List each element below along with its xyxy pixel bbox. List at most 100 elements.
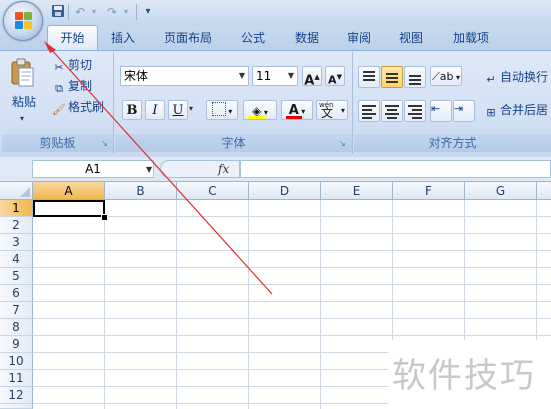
fill-handle[interactable] xyxy=(101,214,108,221)
align-left-button[interactable] xyxy=(358,100,380,122)
paste-dropdown-icon[interactable]: ▾ xyxy=(20,110,24,127)
shrink-font-label: A xyxy=(328,73,337,87)
italic-button[interactable]: I xyxy=(145,100,165,120)
alignment-group-label: 对齐方式 xyxy=(354,134,551,152)
font-family-combo[interactable]: 宋体 ▼ xyxy=(120,66,249,86)
row-header-8[interactable]: 8 xyxy=(0,319,33,336)
chevron-down-icon[interactable]: ▼ xyxy=(146,165,152,174)
font-color-swatch xyxy=(286,116,302,119)
fill-color-swatch xyxy=(248,116,266,119)
row-header-5[interactable]: 5 xyxy=(0,268,33,285)
bold-button[interactable]: B xyxy=(122,100,142,120)
column-header-f[interactable]: F xyxy=(393,182,465,200)
row-header-3[interactable]: 3 xyxy=(0,234,33,251)
row-header-7[interactable]: 7 xyxy=(0,302,33,319)
grid-line xyxy=(33,301,551,302)
column-header-h[interactable] xyxy=(537,182,551,200)
increase-indent-button[interactable]: ⇥ xyxy=(453,100,475,122)
grid-line xyxy=(33,335,551,336)
name-box[interactable]: A1 xyxy=(32,160,154,178)
row-header-1[interactable]: 1 xyxy=(0,200,33,217)
tab-home[interactable]: 开始 xyxy=(47,25,98,52)
underline-dropdown-icon[interactable]: ▾ xyxy=(189,104,193,113)
row-header-11[interactable]: 11 xyxy=(0,370,33,387)
wrap-text-button[interactable]: ↵ 自动换行 xyxy=(484,69,548,86)
bottom-align-button[interactable] xyxy=(404,66,426,88)
row-header-10[interactable]: 10 xyxy=(0,353,33,370)
row-header-13[interactable] xyxy=(0,404,33,409)
column-header-d[interactable]: D xyxy=(249,182,321,200)
underline-button[interactable]: U xyxy=(168,100,188,120)
merge-cells-icon: ⊞ xyxy=(486,106,496,119)
phonetic-label: 文 xyxy=(321,106,334,120)
borders-icon xyxy=(211,102,226,116)
customize-qat-button[interactable]: ▾ xyxy=(142,4,154,20)
column-header-c[interactable]: C xyxy=(177,182,249,200)
row-header-9[interactable]: 9 xyxy=(0,336,33,353)
grow-font-button[interactable]: A▲ xyxy=(302,66,322,88)
format-painter-label: 格式刷 xyxy=(68,100,105,114)
borders-button[interactable]: ▾ xyxy=(206,100,238,120)
column-header-g[interactable]: G xyxy=(465,182,537,200)
tab-review[interactable]: 审阅 xyxy=(336,26,382,50)
paste-button[interactable]: 粘贴 xyxy=(12,94,36,111)
watermark-text: 软件技巧 xyxy=(392,356,536,396)
redo-icon[interactable]: ↷ xyxy=(104,4,120,20)
qat-separator xyxy=(68,4,69,20)
copy-icon: ⧉ xyxy=(55,82,63,95)
copy-label: 复制 xyxy=(68,79,93,93)
column-header-a[interactable]: A xyxy=(33,182,105,200)
grid-line xyxy=(248,200,249,409)
top-align-button[interactable] xyxy=(358,66,380,88)
decrease-indent-icon: ⇤ xyxy=(431,102,441,115)
row-header-2[interactable]: 2 xyxy=(0,217,33,234)
column-header-e[interactable]: E xyxy=(321,182,393,200)
active-cell-a1[interactable] xyxy=(33,200,105,217)
align-center-button[interactable] xyxy=(381,100,403,122)
grid-line xyxy=(33,267,551,268)
align-right-button[interactable] xyxy=(404,100,426,122)
merge-center-button[interactable]: ⊞ 合并后居 xyxy=(484,102,548,119)
font-size-value: 11 xyxy=(256,69,272,83)
qat-separator xyxy=(136,4,137,20)
save-icon[interactable] xyxy=(50,4,66,20)
format-painter-button[interactable]: 🖌 格式刷 xyxy=(52,99,104,116)
middle-align-button[interactable] xyxy=(381,66,403,88)
shrink-font-button[interactable]: A▼ xyxy=(325,66,345,87)
row-header-4[interactable]: 4 xyxy=(0,251,33,268)
clipboard-group-label: 剪贴板 xyxy=(2,134,113,152)
dialog-launcher-icon[interactable]: ↘ xyxy=(101,139,110,148)
insert-function-icon[interactable]: fx xyxy=(218,160,229,178)
copy-button[interactable]: ⧉ 复制 xyxy=(52,78,92,95)
wrap-text-icon: ↵ xyxy=(486,73,496,86)
decrease-indent-button[interactable]: ⇤ xyxy=(430,100,452,122)
row-header-6[interactable]: 6 xyxy=(0,285,33,302)
chevron-down-icon: ▼ xyxy=(287,71,294,80)
tab-data[interactable]: 数据 xyxy=(284,26,330,50)
column-header-b[interactable]: B xyxy=(105,182,177,200)
redo-dropdown-icon[interactable]: ▾ xyxy=(121,4,131,20)
tab-page-layout[interactable]: 页面布局 xyxy=(158,26,218,50)
tab-formulas[interactable]: 公式 xyxy=(230,26,276,50)
tab-insert[interactable]: 插入 xyxy=(100,26,146,50)
formula-input[interactable] xyxy=(240,160,551,178)
select-all-corner[interactable] xyxy=(0,182,33,200)
tab-addins[interactable]: 加载项 xyxy=(446,26,496,50)
office-button[interactable] xyxy=(3,1,43,41)
orientation-button[interactable]: ⟋ab ▾ xyxy=(430,66,462,86)
chevron-down-icon: ▼ xyxy=(238,71,245,80)
fill-color-button[interactable]: ◈ ▾ xyxy=(243,100,277,120)
tab-view[interactable]: 视图 xyxy=(388,26,434,50)
paste-icon[interactable] xyxy=(10,58,36,88)
font-family-value: 宋体 xyxy=(124,69,149,83)
row-header-12[interactable]: 12 xyxy=(0,387,33,404)
font-size-combo[interactable]: 11 ▼ xyxy=(252,66,298,86)
phonetic-guide-button[interactable]: wén 文 ▾ xyxy=(316,100,348,120)
undo-icon[interactable]: ↶ xyxy=(72,4,88,20)
chevron-down-icon: ▾ xyxy=(340,106,345,115)
cut-button[interactable]: ✂ 剪切 xyxy=(52,57,92,74)
font-color-button[interactable]: A ▾ xyxy=(281,100,313,120)
dialog-launcher-icon[interactable]: ↘ xyxy=(339,139,348,148)
wrap-text-label: 自动换行 xyxy=(500,70,549,84)
undo-dropdown-icon[interactable]: ▾ xyxy=(89,4,99,20)
